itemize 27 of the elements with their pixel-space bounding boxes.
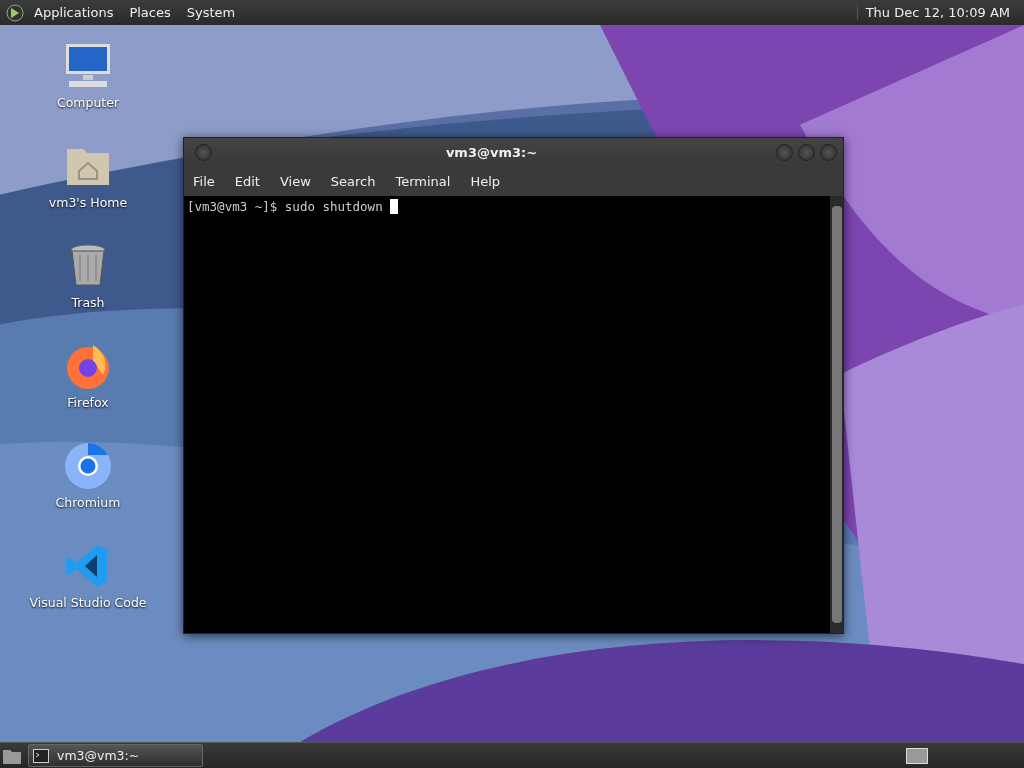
chromium-icon (63, 441, 113, 491)
scrollbar[interactable] (830, 196, 843, 633)
window-menu-button[interactable] (195, 143, 212, 161)
menu-item[interactable]: Help (465, 173, 510, 189)
terminal-icon (33, 748, 49, 763)
close-button[interactable] (820, 143, 837, 161)
panel-menu[interactable]: System (180, 5, 242, 20)
clock[interactable]: Thu Dec 12, 10:09 AM (856, 5, 1018, 20)
panel-menu[interactable]: Applications (28, 5, 120, 20)
desktop-icon-label[interactable]: Trash (71, 295, 105, 310)
text-cursor (390, 199, 399, 214)
command-line: [vm3@vm3 ~]$ sudo shutdown (187, 199, 384, 214)
menu-item[interactable]: Search (325, 173, 385, 189)
menu-item[interactable]: Terminal (390, 173, 460, 189)
desktop-icon-label[interactable]: vm3's Home (48, 195, 128, 210)
window-title: vm3@vm3:~ (444, 144, 539, 160)
menu-item[interactable]: Edit (229, 173, 269, 189)
maximize-button[interactable] (798, 143, 815, 161)
terminal-area[interactable]: [vm3@vm3 ~]$ sudo shutdown (184, 196, 843, 633)
desktop-icon-label[interactable]: Firefox (67, 395, 109, 410)
panel-menu[interactable]: Places (123, 5, 177, 20)
workspace-switcher[interactable] (906, 747, 928, 764)
distro-logo-icon[interactable] (6, 3, 24, 22)
taskbar-button[interactable]: vm3@vm3:~ (28, 744, 203, 767)
menu-item[interactable]: File (188, 173, 224, 189)
minimize-button[interactable] (776, 143, 793, 161)
menu-item[interactable]: View (274, 173, 320, 189)
